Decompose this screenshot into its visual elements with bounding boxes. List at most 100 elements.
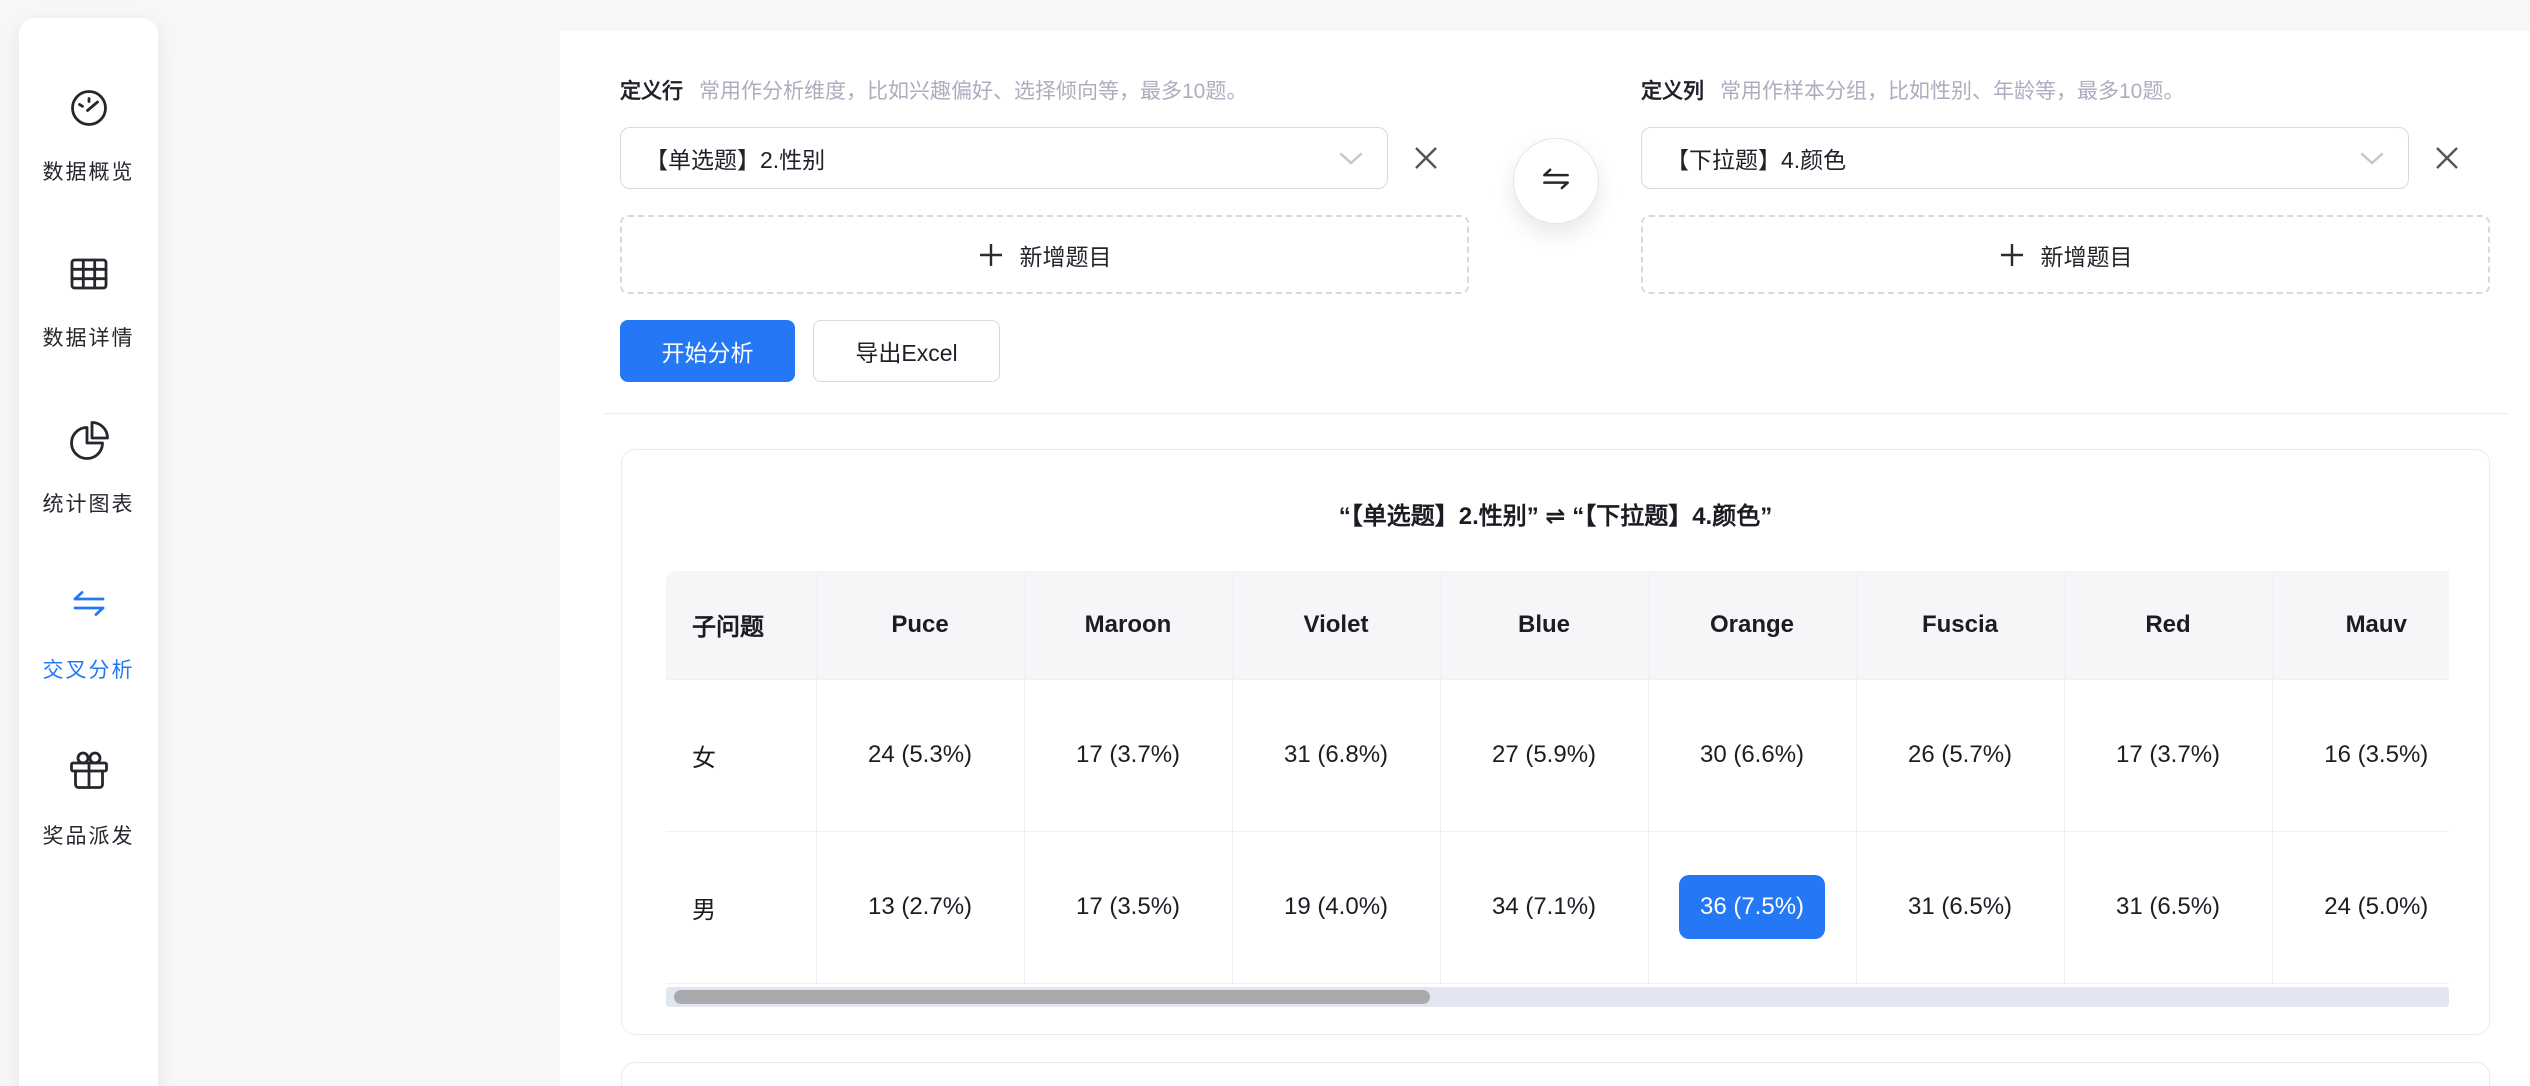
table-cell[interactable]: 24 (5.3%) <box>816 679 1024 831</box>
column-header: Orange <box>1648 571 1856 679</box>
start-analysis-button[interactable]: 开始分析 <box>620 320 795 382</box>
table-cell[interactable]: 13 (2.7%) <box>816 831 1024 983</box>
table-cell[interactable]: 17 (3.7%) <box>2064 679 2272 831</box>
gift-icon <box>65 748 113 796</box>
sidebar-item-data-overview[interactable]: 数据概览 <box>43 84 135 186</box>
cell-value: 17 (3.7%) <box>2116 741 2220 768</box>
row-label: 男 <box>666 831 816 983</box>
swap-arrows-icon <box>1536 161 1576 201</box>
chevron-down-icon <box>1339 152 1363 165</box>
column-question-clear-button[interactable] <box>2433 144 2461 172</box>
row-question-clear-button[interactable] <box>1412 144 1440 172</box>
cell-value: 16 (3.5%) <box>2324 741 2428 768</box>
table-icon <box>65 250 113 298</box>
cell-value: 31 (6.8%) <box>1284 741 1388 768</box>
define-column-section: 定义列 常用作样本分组，比如性别、年龄等，最多10题。 【下拉题】4.颜色 新增… <box>1641 75 2490 294</box>
table-cell[interactable]: 26 (5.7%) <box>1856 679 2064 831</box>
close-icon <box>1412 144 1440 172</box>
column-question-select-value: 【下拉题】4.颜色 <box>1666 141 1846 175</box>
column-header: 子问题 <box>666 571 816 679</box>
table-cell[interactable]: 19 (4.0%) <box>1232 831 1440 983</box>
chevron-down-icon <box>2360 152 2384 165</box>
cross-table: 子问题PuceMaroonVioletBlueOrangeFusciaRedMa… <box>666 571 2449 984</box>
sidebar-item-cross-analysis[interactable]: 交叉分析 <box>43 582 135 684</box>
export-excel-button[interactable]: 导出Excel <box>813 320 1000 382</box>
sidebar-item-data-details[interactable]: 数据详情 <box>43 250 135 352</box>
sidebar-item-label: 交叉分析 <box>43 654 135 684</box>
cell-value: 24 (5.3%) <box>868 741 972 768</box>
table-header-row: 子问题PuceMaroonVioletBlueOrangeFusciaRedMa… <box>666 571 2449 679</box>
table-cell[interactable]: 27 (5.9%) <box>1440 679 1648 831</box>
swap-icon <box>65 582 113 630</box>
row-add-question-button[interactable]: 新增题目 <box>620 215 1469 294</box>
sidebar-item-label: 奖品派发 <box>43 820 135 850</box>
cell-value: 30 (6.6%) <box>1700 741 1804 768</box>
pie-icon <box>65 416 113 464</box>
cell-value: 26 (5.7%) <box>1908 741 2012 768</box>
cell-value: 17 (3.5%) <box>1076 893 1180 920</box>
sidebar-item-label: 数据概览 <box>43 156 135 186</box>
cell-value: 31 (6.5%) <box>2116 893 2220 920</box>
next-result-card <box>621 1062 2490 1086</box>
horizontal-scrollbar-track[interactable] <box>666 987 2449 1007</box>
define-row-header: 定义行 常用作分析维度，比如兴趣偏好、选择倾向等，最多10题。 <box>620 75 1469 105</box>
plus-icon <box>1999 242 2025 268</box>
column-header: Puce <box>816 571 1024 679</box>
table-cell[interactable]: 34 (7.1%) <box>1440 831 1648 983</box>
cell-value: 24 (5.0%) <box>2324 893 2428 920</box>
column-header: Maroon <box>1024 571 1232 679</box>
gauge-icon <box>65 84 113 132</box>
highlighted-cell-value: 36 (7.5%) <box>1679 875 1825 939</box>
table-cell[interactable]: 16 (3.5%) <box>2272 679 2449 831</box>
table-cell[interactable]: 31 (6.8%) <box>1232 679 1440 831</box>
sidebar-item-label: 统计图表 <box>43 488 135 518</box>
table-cell[interactable]: 36 (7.5%) <box>1648 831 1856 983</box>
main-panel: 定义行 常用作分析维度，比如兴趣偏好、选择倾向等，最多10题。 【单选题】2.性… <box>560 31 2530 1086</box>
actions-bar: 开始分析 导出Excel <box>620 320 1000 382</box>
table-cell[interactable]: 31 (6.5%) <box>1856 831 2064 983</box>
table-row: 男13 (2.7%) 17 (3.5%) 19 (4.0%) 34 (7.1%) 36 … <box>666 831 2449 983</box>
swap-row-column-button[interactable] <box>1513 138 1599 224</box>
table-cell[interactable]: 30 (6.6%) <box>1648 679 1856 831</box>
table-cell[interactable]: 24 (5.0%) <box>2272 831 2449 983</box>
sidebar-item-statistics-charts[interactable]: 统计图表 <box>43 416 135 518</box>
plus-icon <box>978 242 1004 268</box>
column-question-select[interactable]: 【下拉题】4.颜色 <box>1641 127 2409 189</box>
define-column-header: 定义列 常用作样本分组，比如性别、年龄等，最多10题。 <box>1641 75 2490 105</box>
cell-value: 34 (7.1%) <box>1492 893 1596 920</box>
row-label: 女 <box>666 679 816 831</box>
row-question-select-value: 【单选题】2.性别 <box>645 141 825 175</box>
cell-value: 19 (4.0%) <box>1284 893 1388 920</box>
row-question-select[interactable]: 【单选题】2.性别 <box>620 127 1388 189</box>
column-header: Fuscia <box>1856 571 2064 679</box>
column-add-question-button[interactable]: 新增题目 <box>1641 215 2490 294</box>
column-header: Violet <box>1232 571 1440 679</box>
horizontal-scrollbar-thumb[interactable] <box>674 990 1430 1004</box>
cross-analysis-page: 数据概览数据详情统计图表交叉分析奖品派发 定义行 常用作分析维度，比如兴趣偏好、… <box>0 0 2530 1086</box>
sidebar-item-label: 数据详情 <box>43 322 135 352</box>
cross-table-container: 子问题PuceMaroonVioletBlueOrangeFusciaRedMa… <box>666 571 2449 984</box>
cell-value: 27 (5.9%) <box>1492 741 1596 768</box>
close-icon <box>2433 144 2461 172</box>
column-header: Red <box>2064 571 2272 679</box>
column-header: Blue <box>1440 571 1648 679</box>
section-divider <box>604 413 2508 414</box>
table-row: 女 24 (5.3%) 17 (3.7%) 31 (6.8%) 27 (5.9%) 30 … <box>666 679 2449 831</box>
cross-analysis-result-card: “【单选题】2.性别” ⇌ “【下拉题】4.颜色” 子问题PuceMaroonV… <box>621 449 2490 1035</box>
define-column-hint: 常用作样本分组，比如性别、年龄等，最多10题。 <box>1720 75 2184 105</box>
cell-value: 31 (6.5%) <box>1908 893 2012 920</box>
cell-value: 17 (3.7%) <box>1076 741 1180 768</box>
define-row-label: 定义行 <box>620 75 683 105</box>
table-cell[interactable]: 31 (6.5%) <box>2064 831 2272 983</box>
table-cell[interactable]: 17 (3.5%) <box>1024 831 1232 983</box>
sidebar: 数据概览数据详情统计图表交叉分析奖品派发 <box>19 18 158 1086</box>
result-title: “【单选题】2.性别” ⇌ “【下拉题】4.颜色” <box>622 496 2489 531</box>
column-add-question-label: 新增题目 <box>2041 238 2133 272</box>
define-row-section: 定义行 常用作分析维度，比如兴趣偏好、选择倾向等，最多10题。 【单选题】2.性… <box>620 75 1469 294</box>
column-header: Mauv <box>2272 571 2449 679</box>
define-column-label: 定义列 <box>1641 75 1704 105</box>
sidebar-item-prize-distribution[interactable]: 奖品派发 <box>43 748 135 850</box>
row-add-question-label: 新增题目 <box>1020 238 1112 272</box>
table-cell[interactable]: 17 (3.7%) <box>1024 679 1232 831</box>
define-row-hint: 常用作分析维度，比如兴趣偏好、选择倾向等，最多10题。 <box>699 75 1247 105</box>
